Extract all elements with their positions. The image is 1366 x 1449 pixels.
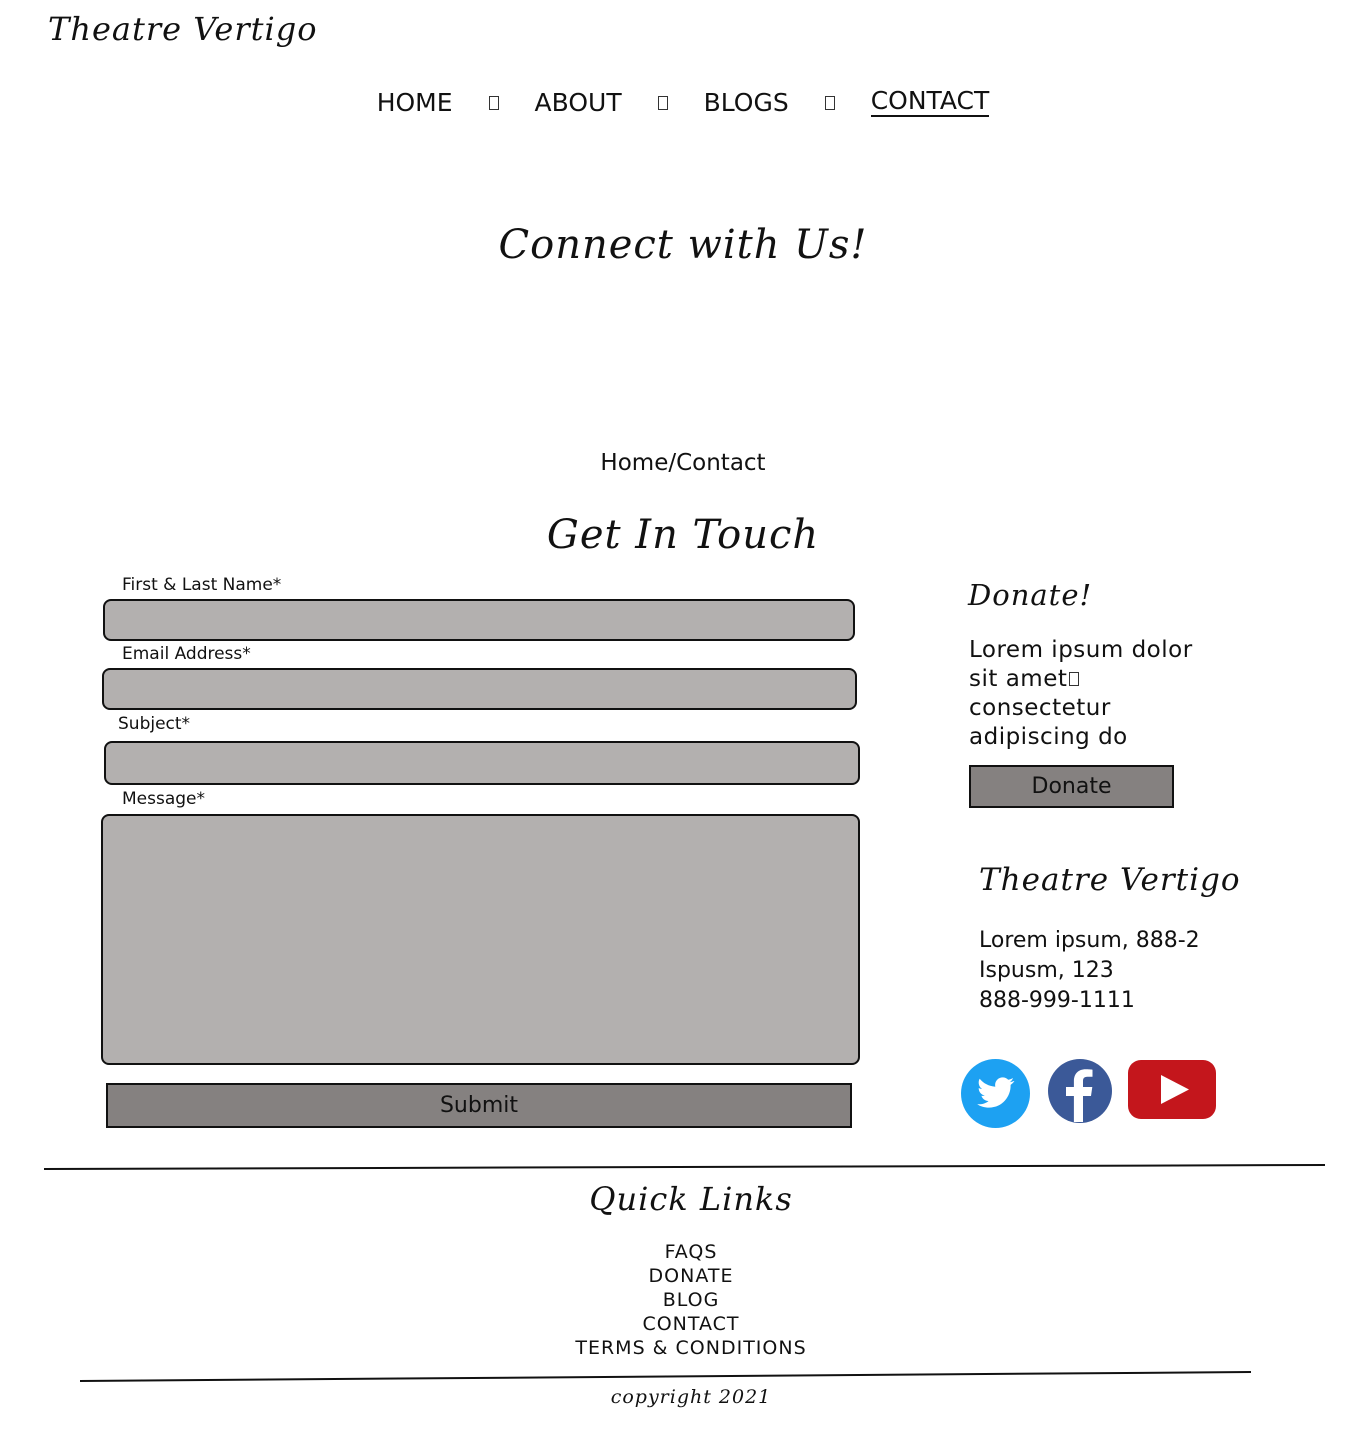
site-logo[interactable]: Theatre Vertigo <box>48 10 317 48</box>
org-address-line: Lorem ipsum, 888-2 <box>979 928 1200 953</box>
message-field[interactable] <box>101 814 860 1065</box>
nav-blogs[interactable]: BLOGS <box>704 88 789 117</box>
breadcrumb-current: Contact <box>676 450 766 476</box>
quick-link-blog[interactable]: BLOG <box>0 1288 1366 1312</box>
quick-link-donate[interactable]: DONATE <box>0 1264 1366 1288</box>
breadcrumb: Home/Contact <box>0 450 1366 476</box>
message-field-label: Message* <box>122 789 206 809</box>
name-field[interactable] <box>103 599 855 641</box>
nav-separator-icon <box>656 94 670 112</box>
org-address-line: Ispusm, 123 <box>979 958 1114 983</box>
quick-links-list: FAQS DONATE BLOG CONTACT TERMS & CONDITI… <box>0 1240 1366 1360</box>
donate-button[interactable]: Donate <box>969 765 1174 808</box>
quick-link-faqs[interactable]: FAQS <box>0 1240 1366 1264</box>
donate-text-line: adipiscing do <box>969 724 1128 750</box>
breadcrumb-separator: / <box>668 450 677 476</box>
nav-separator-icon <box>823 94 837 112</box>
nav-home[interactable]: HOME <box>377 88 453 117</box>
donate-text-line: consectetur <box>969 695 1111 721</box>
facebook-icon[interactable] <box>1047 1058 1113 1124</box>
email-field[interactable] <box>102 668 857 710</box>
org-address: Lorem ipsum, 888-2 Ispusm, 123 888-999-1… <box>979 926 1200 1016</box>
donate-text-line: Lorem ipsum dolor <box>969 637 1193 663</box>
main-nav: HOME ABOUT BLOGS CONTACT <box>0 88 1366 117</box>
breadcrumb-home[interactable]: Home <box>600 450 668 476</box>
quick-links-title: Quick Links <box>589 1180 793 1218</box>
donate-text-line: sit amet <box>969 665 1199 694</box>
footer-bottom-divider <box>79 1371 1252 1382</box>
missing-glyph-icon <box>1069 670 1079 688</box>
nav-separator-icon <box>487 94 501 112</box>
donate-text: Lorem ipsum dolor sit amet consectetur a… <box>969 636 1199 752</box>
email-field-label: Email Address* <box>122 644 251 664</box>
hero-title: Connect with Us! <box>498 222 868 268</box>
twitter-icon[interactable] <box>960 1058 1031 1129</box>
footer-top-divider <box>43 1164 1326 1170</box>
name-field-label: First & Last Name* <box>122 575 282 595</box>
quick-link-contact[interactable]: CONTACT <box>0 1312 1366 1336</box>
copyright: copyright 2021 <box>610 1386 772 1408</box>
submit-button[interactable]: Submit <box>106 1083 852 1128</box>
org-phone: 888-999-1111 <box>979 988 1135 1013</box>
youtube-icon[interactable] <box>1128 1060 1216 1119</box>
quick-link-terms[interactable]: TERMS & CONDITIONS <box>0 1336 1366 1360</box>
nav-contact[interactable]: CONTACT <box>870 88 990 117</box>
org-name: Theatre Vertigo <box>979 862 1241 898</box>
subject-field[interactable] <box>104 741 860 785</box>
subject-field-label: Subject* <box>118 714 191 734</box>
form-title: Get In Touch <box>546 512 820 558</box>
donate-title: Donate! <box>968 578 1093 612</box>
nav-about[interactable]: ABOUT <box>535 88 622 117</box>
